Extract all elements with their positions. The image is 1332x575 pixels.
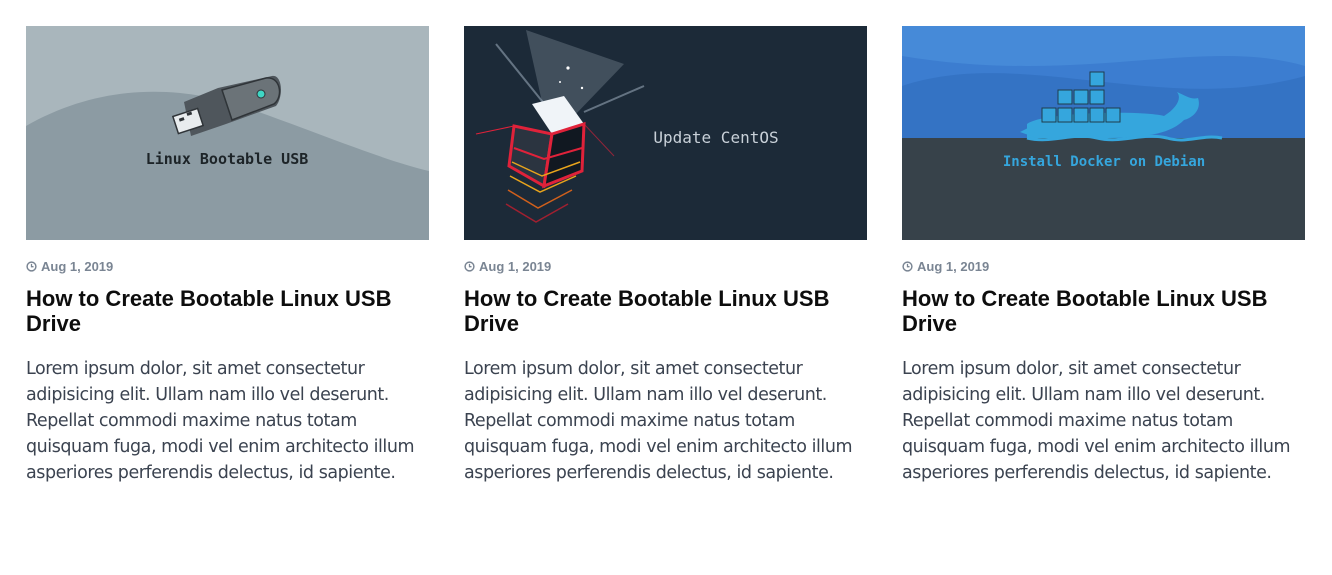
- clock-icon: [902, 260, 913, 272]
- post-title[interactable]: How to Create Bootable Linux USB Drive: [902, 286, 1305, 336]
- post-thumbnail-link[interactable]: Install Docker on Debian: [902, 26, 1305, 240]
- post-date: Aug 1, 2019: [26, 258, 429, 274]
- post-date-text: Aug 1, 2019: [41, 258, 114, 274]
- post-card: Install Docker on Debian Aug 1, 2019 How…: [902, 26, 1305, 486]
- post-date: Aug 1, 2019: [464, 258, 867, 274]
- post-grid: Linux Bootable USB Aug 1, 2019 How to Cr…: [26, 26, 1305, 486]
- clock-icon: [26, 260, 37, 272]
- post-thumbnail-image: Install Docker on Debian: [902, 26, 1305, 240]
- post-title[interactable]: How to Create Bootable Linux USB Drive: [26, 286, 429, 336]
- post-date-text: Aug 1, 2019: [479, 258, 552, 274]
- post-thumbnail-link[interactable]: Linux Bootable USB: [26, 26, 429, 240]
- post-title[interactable]: How to Create Bootable Linux USB Drive: [464, 286, 867, 336]
- post-thumbnail-image: Linux Bootable USB: [26, 26, 429, 240]
- post-thumbnail-link[interactable]: Update CentOS: [464, 26, 867, 240]
- post-card: Update CentOS Aug 1, 2019 How to Create …: [464, 26, 867, 486]
- post-excerpt: Lorem ipsum dolor, sit amet consectetur …: [464, 359, 853, 483]
- post-thumbnail-caption: Linux Bootable USB: [146, 150, 309, 168]
- post-thumbnail-caption: Install Docker on Debian: [1003, 154, 1205, 170]
- post-thumbnail-image: Update CentOS: [464, 26, 867, 240]
- post-thumbnail-caption: Update CentOS: [653, 128, 778, 147]
- post-date-text: Aug 1, 2019: [917, 258, 990, 274]
- clock-icon: [464, 260, 475, 272]
- post-excerpt: Lorem ipsum dolor, sit amet consectetur …: [902, 359, 1291, 483]
- post-excerpt: Lorem ipsum dolor, sit amet consectetur …: [26, 359, 415, 483]
- post-date: Aug 1, 2019: [902, 258, 1305, 274]
- post-card: Linux Bootable USB Aug 1, 2019 How to Cr…: [26, 26, 429, 486]
